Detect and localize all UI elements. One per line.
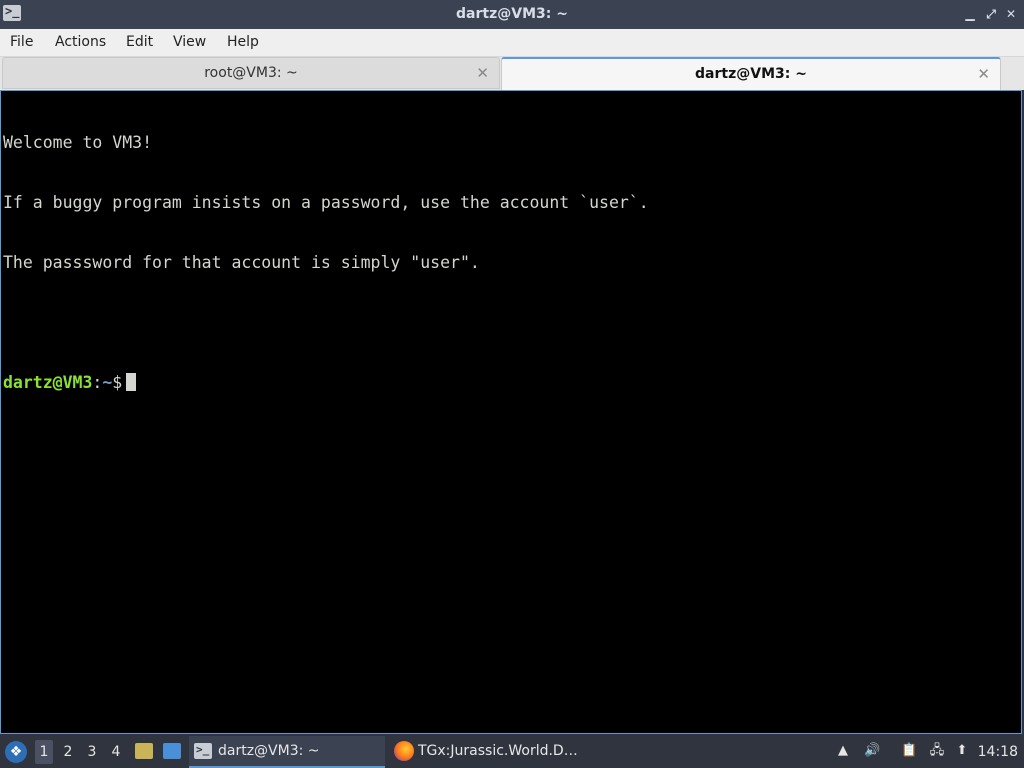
tab-label: root@VM3: ~ (204, 65, 298, 81)
menu-help[interactable]: Help (227, 34, 259, 50)
start-menu-icon[interactable]: ❖ (5, 741, 27, 763)
tray-expand-icon[interactable]: ▲ (835, 743, 851, 759)
show-desktop-icon[interactable] (163, 743, 181, 759)
task-terminal[interactable]: >_ dartz@VM3: ~ (189, 736, 385, 768)
update-notifier-icon[interactable]: ⬆ (954, 743, 970, 759)
workspace-4[interactable]: 4 (107, 744, 125, 760)
close-icon[interactable]: ✕ (1004, 7, 1018, 21)
prompt-path: ~ (102, 373, 113, 392)
terminal-line: Welcome to VM3! (3, 133, 153, 152)
terminal-line: The passsword for that account is simply… (3, 253, 480, 272)
prompt-user-host: dartz@VM3 (3, 373, 93, 392)
clock[interactable]: 14:18 (978, 744, 1018, 760)
task-label: TGx:Jurassic.World.D… (418, 743, 578, 759)
taskbar: ❖ 1 2 3 4 >_ dartz@VM3: ~ TGx:Jurassic.Wo… (0, 735, 1024, 768)
menu-file[interactable]: File (10, 34, 33, 50)
tab-close-icon[interactable]: ✕ (476, 58, 489, 88)
prompt-symbol: $ (112, 373, 123, 392)
workspace-1[interactable]: 1 (35, 740, 53, 764)
terminal-icon: >_ (194, 743, 212, 759)
tab-bar: root@VM3: ~ ✕ dartz@VM3: ~ ✕ (0, 57, 1024, 91)
tab-close-icon[interactable]: ✕ (977, 59, 990, 89)
menu-actions[interactable]: Actions (55, 34, 106, 50)
tab-root[interactable]: root@VM3: ~ ✕ (2, 57, 500, 89)
workspace-3[interactable]: 3 (83, 744, 101, 760)
clipboard-icon[interactable]: 📋 (901, 743, 917, 759)
volume-icon[interactable]: 🔊 (864, 743, 880, 759)
minimize-icon[interactable]: ▁ (963, 7, 977, 21)
window-titlebar[interactable]: >_ dartz@VM3: ~ ▁ ⤢ ✕ (0, 0, 1024, 29)
terminal-prompt-line: dartz@VM3:~$ (3, 373, 1021, 393)
terminal-view[interactable]: Welcome to VM3! If a buggy program insis… (0, 90, 1022, 734)
tab-dartz[interactable]: dartz@VM3: ~ ✕ (501, 57, 1001, 91)
task-label: dartz@VM3: ~ (218, 743, 320, 759)
task-firefox[interactable]: TGx:Jurassic.World.D… (390, 736, 590, 766)
workspace-2[interactable]: 2 (59, 744, 77, 760)
terminal-cursor (126, 373, 137, 391)
menu-view[interactable]: View (173, 34, 206, 50)
tab-label: dartz@VM3: ~ (695, 66, 807, 82)
file-manager-icon[interactable] (135, 743, 153, 759)
terminal-line: If a buggy program insists on a password… (3, 193, 649, 212)
firefox-icon (394, 741, 414, 761)
menu-edit[interactable]: Edit (126, 34, 153, 50)
prompt-separator: : (92, 373, 103, 392)
maximize-icon[interactable]: ⤢ (984, 7, 998, 21)
menubar: File Actions Edit View Help (0, 29, 1024, 57)
network-icon[interactable]: 🖧 (929, 743, 945, 759)
window-title: dartz@VM3: ~ (456, 6, 568, 22)
